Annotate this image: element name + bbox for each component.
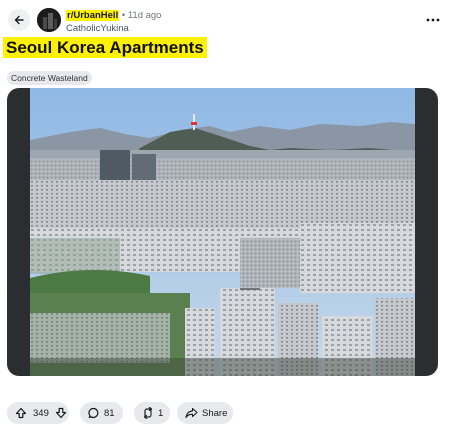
share-button[interactable]: Share [177, 402, 233, 424]
share-arrow-icon [185, 407, 198, 419]
post-title: Seoul Korea Apartments [3, 37, 207, 58]
author-link[interactable]: CatholicYukina [66, 23, 129, 34]
back-button[interactable] [8, 9, 30, 31]
vote-score: 349 [33, 407, 49, 419]
post-image-container[interactable] [7, 88, 438, 376]
subreddit-link[interactable]: r/UrbanHell [66, 10, 120, 21]
speech-bubble-icon [88, 407, 99, 419]
comments-button[interactable]: 81 [80, 402, 123, 424]
post-age: 11d ago [127, 10, 162, 21]
city-skyline-image [30, 88, 415, 376]
share-label: Share [202, 407, 228, 419]
vote-pill: 349 [7, 402, 69, 424]
crosspost-icon [143, 407, 153, 419]
arrow-left-icon [14, 15, 24, 25]
subreddit-avatar[interactable] [37, 8, 61, 32]
arrow-up-icon [15, 407, 27, 419]
ellipsis-horizontal-icon [426, 18, 440, 22]
arrow-down-icon [55, 407, 66, 419]
post-flair[interactable]: Concrete Wasteland [7, 71, 92, 85]
crosspost-button[interactable]: 1 [134, 402, 170, 424]
upvote-button[interactable] [15, 407, 27, 419]
more-options-button[interactable] [424, 12, 442, 28]
meta-separator: • [121, 10, 126, 21]
crosspost-count: 1 [158, 407, 164, 419]
comment-count: 81 [104, 407, 115, 419]
downvote-button[interactable] [55, 407, 67, 419]
